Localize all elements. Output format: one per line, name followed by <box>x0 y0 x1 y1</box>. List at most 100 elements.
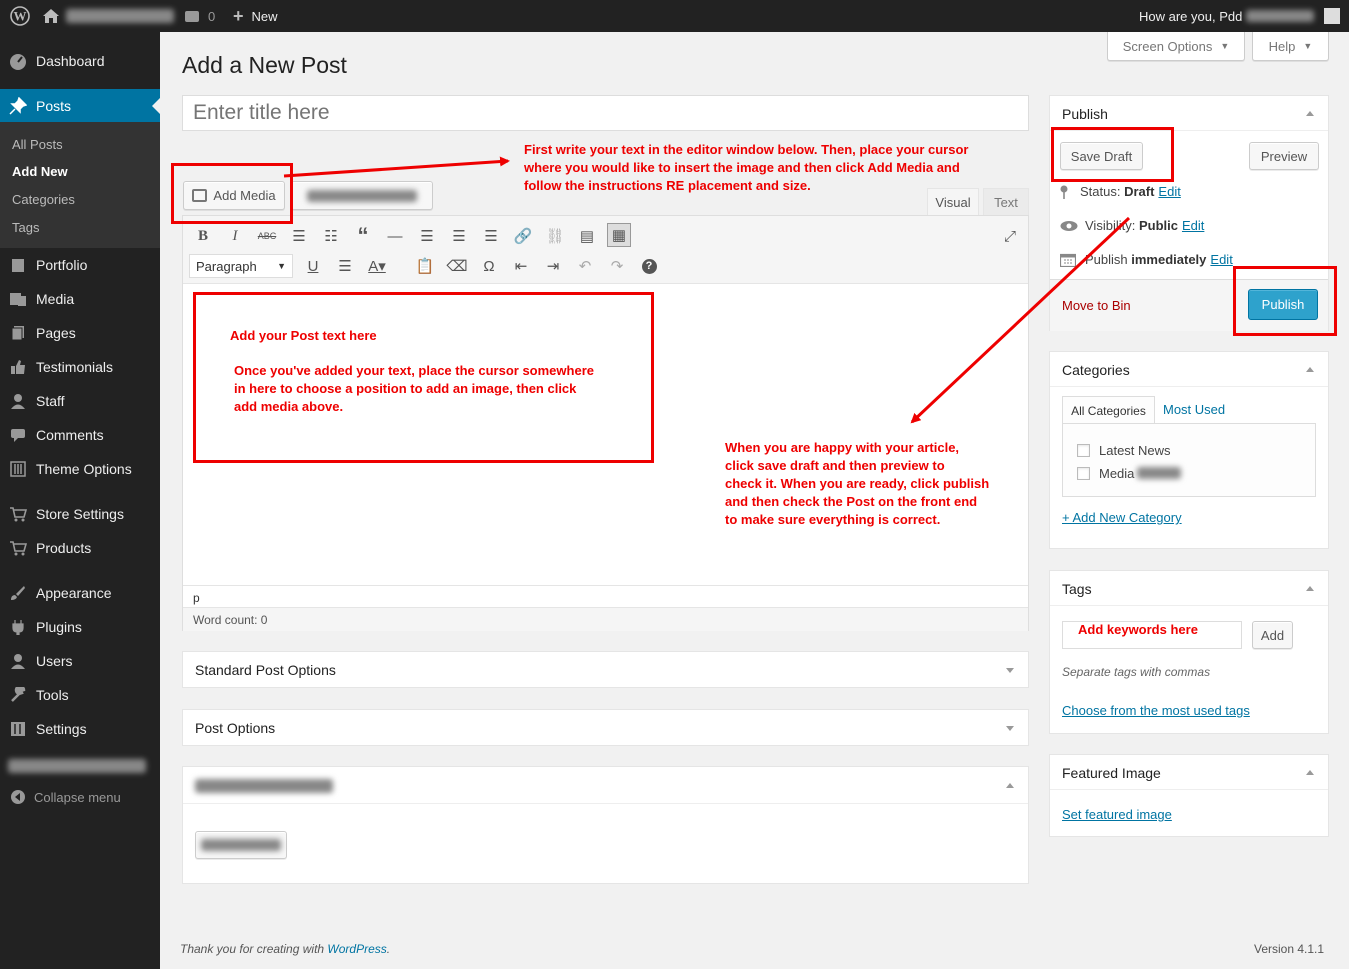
read-more-icon[interactable]: ▤ <box>575 224 599 248</box>
format-select[interactable]: Paragraph ▼ <box>189 254 293 278</box>
post-title-input[interactable] <box>182 95 1029 131</box>
help-button[interactable]: Help ▼ <box>1252 32 1329 61</box>
bold-icon[interactable]: B <box>191 224 215 248</box>
undo-icon[interactable]: ↶ <box>573 254 597 278</box>
menu-users[interactable]: Users <box>0 644 160 678</box>
visibility-edit-link[interactable]: Edit <box>1182 218 1204 233</box>
tab-most-used[interactable]: Most Used <box>1163 402 1225 417</box>
add-new-category-link[interactable]: + Add New Category <box>1062 510 1182 525</box>
redo-icon[interactable]: ↷ <box>605 254 629 278</box>
footer-wordpress-link[interactable]: WordPress <box>327 942 386 956</box>
toggle-arrow-icon[interactable] <box>1006 783 1014 788</box>
footer-period: . <box>386 942 391 956</box>
blurred-menu-item[interactable] <box>8 759 146 773</box>
underline-icon[interactable]: U <box>301 254 325 278</box>
menu-settings[interactable]: Settings <box>0 712 160 746</box>
annotation-line: to make sure everything is correct. <box>725 512 941 527</box>
help-label: Help <box>1268 38 1296 54</box>
set-featured-image-link[interactable]: Set featured image <box>1062 807 1172 822</box>
post-options-box[interactable]: Post Options <box>182 709 1029 746</box>
menu-dashboard[interactable]: Dashboard <box>0 44 160 78</box>
indent-icon[interactable]: ⇥ <box>541 254 565 278</box>
move-to-bin-link[interactable]: Move to Bin <box>1062 298 1131 313</box>
menu-staff[interactable]: Staff <box>0 384 160 418</box>
visibility-row: Visibility: Public Edit <box>1060 218 1204 233</box>
plugin-icon <box>0 619 36 635</box>
submenu-tags[interactable]: Tags <box>12 220 39 235</box>
menu-appearance[interactable]: Appearance <box>0 576 160 610</box>
link-icon[interactable]: 🔗 <box>511 224 535 248</box>
menu-plugins[interactable]: Plugins <box>0 610 160 644</box>
menu-label: Settings <box>36 721 87 737</box>
menu-tools[interactable]: Tools <box>0 678 160 712</box>
paste-text-icon[interactable]: 📋 <box>413 254 437 278</box>
standard-post-options-box[interactable]: Standard Post Options <box>182 651 1029 688</box>
menu-products[interactable]: Products <box>0 531 160 565</box>
add-tag-button[interactable]: Add <box>1252 621 1293 649</box>
align-left-icon[interactable]: ☰ <box>415 224 439 248</box>
post-options-title: Post Options <box>195 720 276 736</box>
menu-testimonials[interactable]: Testimonials <box>0 350 160 384</box>
special-character-icon[interactable]: Ω <box>477 254 501 278</box>
submenu-add-new[interactable]: Add New <box>12 164 68 179</box>
menu-theme-options[interactable]: Theme Options <box>0 452 160 486</box>
preview-button[interactable]: Preview <box>1249 142 1319 170</box>
outdent-icon[interactable]: ⇤ <box>509 254 533 278</box>
screen-options-button[interactable]: Screen Options ▼ <box>1107 32 1245 61</box>
menu-pages[interactable]: Pages <box>0 316 160 350</box>
choose-most-used-tags-link[interactable]: Choose from the most used tags <box>1062 703 1250 718</box>
collapse-menu[interactable]: Collapse menu <box>0 780 160 814</box>
comments-menu[interactable]: 0 <box>185 0 215 32</box>
new-content-menu[interactable]: + New <box>233 0 278 32</box>
submenu-all-posts[interactable]: All Posts <box>12 137 63 152</box>
toggle-arrow-icon[interactable] <box>1306 770 1314 775</box>
blurred-metabox-button[interactable] <box>195 831 287 859</box>
status-edit-link[interactable]: Edit <box>1158 184 1180 199</box>
blurred-plugin-button[interactable] <box>291 181 433 210</box>
preview-label: Preview <box>1260 148 1308 164</box>
admin-sidebar: Dashboard Posts All Posts Add New Catego… <box>0 32 160 969</box>
submenu-categories[interactable]: Categories <box>12 192 75 207</box>
menu-store-settings[interactable]: Store Settings <box>0 497 160 531</box>
clear-formatting-icon[interactable]: ⌫ <box>445 254 469 278</box>
avatar[interactable] <box>1324 8 1340 24</box>
tab-text[interactable]: Text <box>983 188 1029 215</box>
bullet-list-icon[interactable]: ☰ <box>287 224 311 248</box>
site-name[interactable] <box>66 9 174 23</box>
help-circle-icon[interactable]: ? <box>637 254 661 278</box>
toolbar-toggle-icon[interactable]: ▦ <box>607 223 631 247</box>
menu-label: Staff <box>36 393 65 409</box>
menu-media[interactable]: Media <box>0 282 160 316</box>
home-icon[interactable] <box>42 0 60 32</box>
menu-portfolio[interactable]: Portfolio <box>0 248 160 282</box>
toggle-arrow-icon[interactable] <box>1306 586 1314 591</box>
numbered-list-icon[interactable]: ☷ <box>319 224 343 248</box>
justify-icon[interactable]: ☰ <box>333 254 357 278</box>
annotation-line: where you would like to insert the image… <box>524 160 960 175</box>
checkbox-media[interactable] <box>1077 467 1090 480</box>
italic-icon[interactable]: I <box>223 224 247 248</box>
toggle-arrow-icon[interactable] <box>1006 726 1014 731</box>
horizontal-rule-icon[interactable]: — <box>383 224 407 248</box>
menu-comments[interactable]: Comments <box>0 418 160 452</box>
my-account-menu[interactable]: How are you, Pdd <box>1139 0 1315 32</box>
menu-posts[interactable]: Posts <box>0 89 160 123</box>
checkbox-latest-news[interactable] <box>1077 444 1090 457</box>
toggle-arrow-icon[interactable] <box>1306 367 1314 372</box>
wordpress-logo-icon[interactable]: W <box>10 0 30 32</box>
text-color-icon[interactable]: A▾ <box>365 254 389 278</box>
arrow-to-top-note <box>283 156 510 178</box>
toggle-arrow-icon[interactable] <box>1306 111 1314 116</box>
align-center-icon[interactable]: ☰ <box>447 224 471 248</box>
strikethrough-icon[interactable]: ABC <box>255 224 279 248</box>
fullscreen-icon[interactable]: ⤢ <box>998 224 1022 248</box>
align-right-icon[interactable]: ☰ <box>479 224 503 248</box>
svg-text:W: W <box>14 9 27 24</box>
annotation-editor-title: Add your Post text here <box>230 328 377 343</box>
tab-all-categories[interactable]: All Categories <box>1062 396 1155 424</box>
blockquote-icon[interactable]: “ <box>351 223 375 248</box>
toggle-arrow-icon[interactable] <box>1006 668 1014 673</box>
schedule-edit-link[interactable]: Edit <box>1210 252 1232 267</box>
unlink-icon[interactable]: ⛓ <box>543 224 567 248</box>
annotation-box-publish <box>1233 266 1337 336</box>
